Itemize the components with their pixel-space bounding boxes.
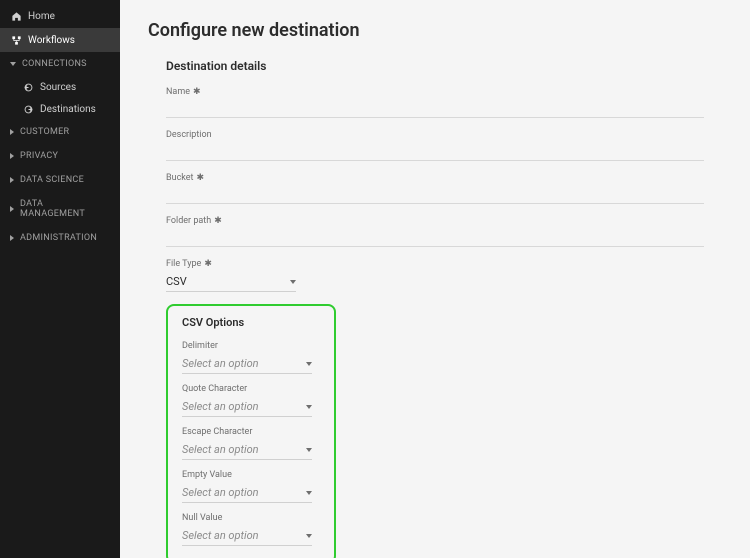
sidebar-section-label: DATA MANAGEMENT [20,199,110,219]
sidebar-section-label: DATA SCIENCE [20,175,84,185]
sidebar-section-connections[interactable]: CONNECTIONS [0,52,120,76]
required-asterisk: ✱ [214,216,222,226]
sidebar-section-privacy[interactable]: PRIVACY [0,144,120,168]
required-asterisk: ✱ [196,173,204,183]
sidebar-section-data-science[interactable]: DATA SCIENCE [0,168,120,192]
quote-character-field: Quote Character Select an option [182,384,320,417]
chevron-down-icon [10,62,16,66]
chevron-down-icon [306,448,312,452]
main-content: Configure new destination Destination de… [120,0,750,558]
bucket-field: Bucket ✱ [166,173,704,204]
select-placeholder: Select an option [182,486,259,499]
sidebar: Home Workflows CONNECTIONS Sources Desti… [0,0,120,558]
chevron-down-icon [306,491,312,495]
field-label-text: Empty Value [182,470,232,480]
escape-character-select[interactable]: Select an option [182,440,312,460]
select-placeholder: Select an option [182,443,259,456]
delimiter-field: Delimiter Select an option [182,341,320,374]
sidebar-item-destinations[interactable]: Destinations [0,98,120,120]
destination-details-section: Destination details Name ✱ Description B… [148,59,722,558]
chevron-down-icon [306,362,312,366]
sidebar-item-label: Sources [40,82,76,93]
field-label-text: Delimiter [182,341,218,351]
quote-character-select[interactable]: Select an option [182,397,312,417]
field-label-text: Folder path [166,216,211,226]
field-label-text: Escape Character [182,427,252,437]
required-asterisk: ✱ [193,87,201,97]
empty-value-select[interactable]: Select an option [182,483,312,503]
sidebar-item-label: Workflows [28,35,75,46]
bucket-input[interactable] [166,186,704,204]
field-label-text: Quote Character [182,384,247,394]
empty-value-field: Empty Value Select an option [182,470,320,503]
sidebar-item-home[interactable]: Home [0,4,120,28]
sidebar-item-label: Home [28,11,55,22]
select-placeholder: Select an option [182,529,259,542]
folder-path-input[interactable] [166,229,704,247]
chevron-right-icon [10,235,14,241]
description-input[interactable] [166,143,704,161]
workflows-icon [10,34,22,46]
name-input[interactable] [166,100,704,118]
sidebar-item-label: Destinations [40,104,96,115]
required-asterisk: ✱ [204,259,212,269]
field-label-text: Bucket [166,173,193,183]
chevron-right-icon [10,177,14,183]
chevron-down-icon [290,280,296,284]
null-value-field: Null Value Select an option [182,513,320,546]
csv-options-heading: CSV Options [182,316,320,329]
sidebar-section-administration[interactable]: ADMINISTRATION [0,226,120,250]
sidebar-section-label: CONNECTIONS [22,59,87,69]
sidebar-section-data-management[interactable]: DATA MANAGEMENT [0,192,120,226]
null-value-select[interactable]: Select an option [182,526,312,546]
destinations-icon [22,103,34,115]
sidebar-item-workflows[interactable]: Workflows [0,28,120,52]
field-label-text: Name [166,87,190,97]
sidebar-section-label: CUSTOMER [20,127,69,137]
chevron-right-icon [10,153,14,159]
field-label-text: Description [166,130,212,140]
chevron-right-icon [10,129,14,135]
select-placeholder: Select an option [182,357,259,370]
home-icon [10,10,22,22]
file-type-field: File Type ✱ CSV [166,259,704,292]
sidebar-section-label: PRIVACY [20,151,58,161]
field-label-text: File Type [166,259,201,269]
field-label-text: Null Value [182,513,222,523]
select-placeholder: Select an option [182,400,259,413]
sources-icon [22,81,34,93]
section-heading: Destination details [166,59,704,73]
csv-options-box: CSV Options Delimiter Select an option Q… [166,304,336,558]
sidebar-section-customer[interactable]: CUSTOMER [0,120,120,144]
description-field: Description [166,130,704,161]
chevron-down-icon [306,405,312,409]
folder-path-field: Folder path ✱ [166,216,704,247]
file-type-select[interactable]: CSV [166,272,296,292]
select-value: CSV [166,275,187,288]
name-field: Name ✱ [166,87,704,118]
chevron-right-icon [10,206,14,212]
escape-character-field: Escape Character Select an option [182,427,320,460]
chevron-down-icon [306,534,312,538]
page-title: Configure new destination [148,20,722,41]
sidebar-item-sources[interactable]: Sources [0,76,120,98]
sidebar-section-label: ADMINISTRATION [20,233,97,243]
delimiter-select[interactable]: Select an option [182,354,312,374]
